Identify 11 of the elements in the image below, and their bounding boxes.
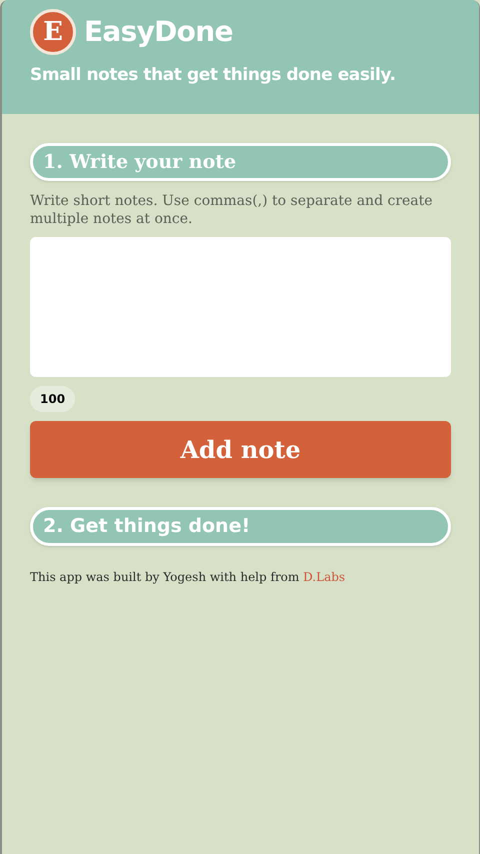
dlabs-link[interactable]: D.Labs — [303, 570, 346, 584]
section-heading: 1. Write your note — [30, 143, 451, 181]
section-heading: 2. Get things done! — [30, 507, 451, 546]
logo-icon: E — [30, 9, 76, 55]
app-title: EasyDone — [84, 14, 233, 50]
add-note-button[interactable]: Add note — [30, 421, 451, 478]
credits-text: This app was built by Yogesh with help from D.Labs — [30, 569, 346, 586]
tagline: Small notes that get things done easily. — [30, 64, 396, 87]
character-counter: 100 — [30, 386, 76, 412]
instructions-text: Write short notes. Use commas(,) to separate and create multiple notes at once. — [30, 192, 434, 228]
note-input-field[interactable] — [30, 237, 451, 377]
